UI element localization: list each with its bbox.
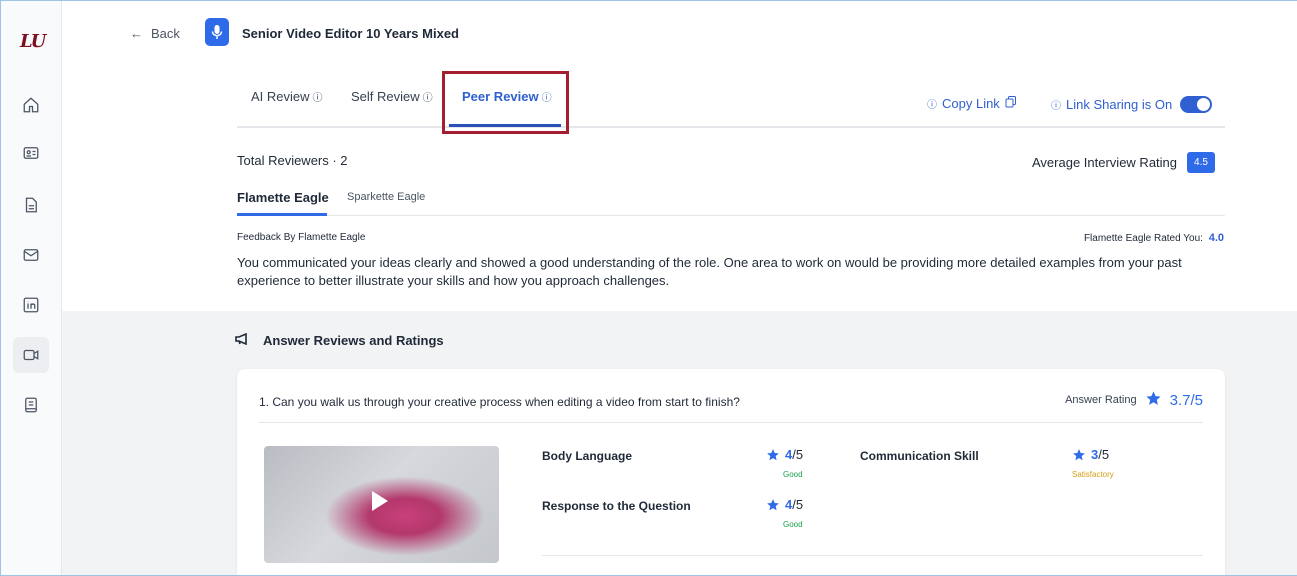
reviewer-rating-value: 4.0 [1208,232,1224,244]
sidebar: LU [1,1,62,575]
review-panel: AI Review ⓘ Self Review ⓘ Peer Review ⓘ … [62,59,1297,311]
metric-verdict: Satisfactory [1072,470,1114,479]
metric-verdict: Good [783,470,803,479]
info-icon: ⓘ [422,93,433,104]
arrow-left-icon: ← [130,26,143,41]
metric-score-max: /5 [792,497,804,512]
tab-label: Self Review [351,89,420,104]
answer-reviews-heading: Answer Reviews and Ratings [235,332,444,348]
metric-score: 4/5 [766,447,803,462]
reviewer-tabs: Flamette Eagle Sparkette Eagle [237,179,1225,216]
back-label: Back [151,26,180,41]
link-sharing-control: ⓘ Link Sharing is On [1051,96,1213,113]
metric-score-max: /5 [1098,447,1110,462]
metric-score: 3/5 [1072,447,1109,462]
megaphone-icon [235,332,249,348]
review-tabs: AI Review ⓘ Self Review ⓘ Peer Review ⓘ … [237,59,1225,134]
metric-score: 4/5 [766,497,803,512]
reviewer-rating-label: Flamette Eagle Rated You: [1083,233,1203,244]
divider [542,555,1203,556]
answer-card: 1. Can you walk us through your creative… [237,369,1225,575]
info-icon: ⓘ [927,100,937,111]
tab-label: AI Review [251,89,310,104]
star-icon [1145,390,1162,410]
home-icon[interactable] [13,87,49,123]
copy-link-button[interactable]: ⓘ Copy Link [927,96,1017,111]
question-text: 1. Can you walk us through your creative… [259,395,740,409]
answer-rating: Answer Rating 3.7/5 [1065,390,1203,410]
answer-rating-value: 3.7/5 [1169,391,1203,409]
info-icon: ⓘ [312,93,323,104]
feedback-by: Feedback By Flamette Eagle [237,232,366,243]
metric-label: Response to the Question [542,499,691,513]
page-title: Senior Video Editor 10 Years Mixed [242,26,459,41]
metric-label: Communication Skill [860,449,979,463]
metric-label: Body Language [542,449,633,463]
microphone-icon [205,18,229,46]
mail-icon[interactable] [13,237,49,273]
star-icon [1073,448,1085,460]
tab-self-review[interactable]: Self Review ⓘ [351,89,433,104]
link-sharing-label: Link Sharing is On [1066,97,1173,112]
answer-reviews-title: Answer Reviews and Ratings [263,333,444,348]
feedback-text: You communicated your ideas clearly and … [237,255,1182,288]
metric-verdict: Good [783,520,803,529]
divider [259,422,1203,423]
tab-ai-review[interactable]: AI Review ⓘ [251,89,323,104]
copy-icon [1005,96,1017,111]
link-sharing-toggle[interactable] [1180,96,1213,113]
reviewer-rating: Flamette Eagle Rated You: 4.0 [1084,232,1224,244]
answer-rating-label: Answer Rating [1065,394,1137,406]
linkedin-icon[interactable] [13,287,49,323]
reviewer-tab-flamette-eagle[interactable]: Flamette Eagle [237,190,329,205]
star-icon [767,498,779,510]
video-icon[interactable] [13,337,49,373]
info-icon: ⓘ [1051,101,1061,112]
total-reviewers: Total Reviewers · 2 [237,153,348,168]
star-icon [767,448,779,460]
book-icon[interactable] [13,387,49,423]
reviewer-tab-sparkette-eagle[interactable]: Sparkette Eagle [347,191,425,203]
back-button[interactable]: ← Back [130,26,180,41]
logo[interactable]: LU [20,31,46,52]
document-icon[interactable] [13,187,49,223]
app-window: LU ← Back Senior Video Editor 10 Years M… [0,0,1297,576]
average-rating: Average Interview Rating 4.5 [1032,152,1215,173]
copy-link-label: Copy Link [942,96,1000,111]
metric-score-max: /5 [792,447,804,462]
id-card-icon[interactable] [13,135,49,171]
active-reviewer-indicator [237,213,327,216]
answer-reviews-section: Answer Reviews and Ratings 1. Can you wa… [62,311,1297,575]
top-bar: ← Back Senior Video Editor 10 Years Mixe… [62,1,1297,59]
video-thumbnail[interactable] [264,446,499,563]
annotation-highlight-box [442,71,569,134]
average-rating-badge: 4.5 [1187,152,1215,173]
average-rating-label: Average Interview Rating [1032,155,1178,170]
play-icon[interactable] [372,491,388,511]
